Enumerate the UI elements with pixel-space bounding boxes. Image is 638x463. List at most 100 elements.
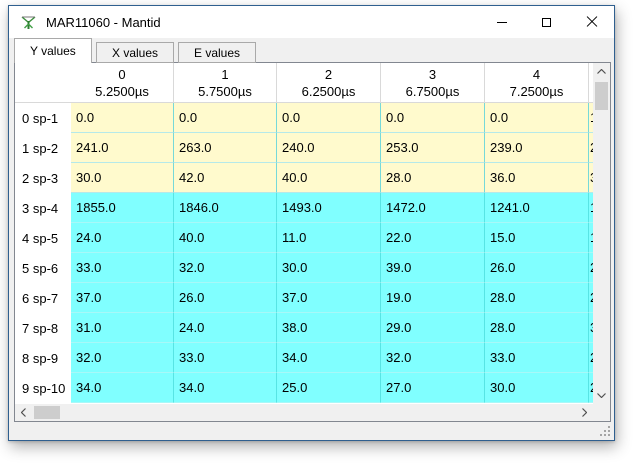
row-header[interactable]: 1 sp-2 <box>15 133 71 163</box>
table-cell[interactable]: 22.0 <box>381 223 485 253</box>
chevron-right-icon <box>582 408 587 417</box>
table-cell[interactable]: 241.0 <box>71 133 174 163</box>
table-cell[interactable]: 30.0 <box>277 253 381 283</box>
table-cell[interactable]: 31.0 <box>71 313 174 343</box>
table-cell[interactable]: 40.0 <box>174 223 277 253</box>
table-cell[interactable]: 40.0 <box>277 163 381 193</box>
table-cell[interactable]: 30.0 <box>485 373 589 403</box>
table-cell[interactable]: 33.0 <box>174 343 277 373</box>
table-cell[interactable]: 24.0 <box>71 223 174 253</box>
row-header[interactable]: 0 sp-1 <box>15 103 71 133</box>
table-cell[interactable]: 253.0 <box>381 133 485 163</box>
table-cell[interactable]: 240.0 <box>277 133 381 163</box>
table-row: 9 sp-1034.034.025.027.030.02 <box>15 373 593 403</box>
table-cell[interactable]: 28.0 <box>485 283 589 313</box>
close-button[interactable] <box>569 6 614 38</box>
table-cell[interactable]: 29.0 <box>381 313 485 343</box>
table-cell[interactable]: 36.0 <box>485 163 589 193</box>
minimize-icon <box>497 22 507 23</box>
horizontal-scrollbar[interactable] <box>15 404 593 421</box>
table-cell[interactable]: 0.0 <box>174 103 277 133</box>
table-cell[interactable]: 1472.0 <box>381 193 485 223</box>
table-cell[interactable]: 11.0 <box>277 223 381 253</box>
column-bin-center: 5.7500µs <box>198 83 252 100</box>
table-cell[interactable]: 239.0 <box>485 133 589 163</box>
column-index: 2 <box>325 66 332 83</box>
table-cell[interactable]: 25.0 <box>277 373 381 403</box>
row-header[interactable]: 3 sp-4 <box>15 193 71 223</box>
close-icon <box>586 16 598 28</box>
data-table-pane: 05.2500µs15.7500µs26.2500µs36.7500µs47.2… <box>14 62 611 422</box>
row-header[interactable]: 4 sp-5 <box>15 223 71 253</box>
row-header[interactable]: 9 sp-10 <box>15 373 71 403</box>
table-cell[interactable]: 1493.0 <box>277 193 381 223</box>
scroll-right-button[interactable] <box>576 404 593 421</box>
scroll-left-button[interactable] <box>15 404 32 421</box>
column-header[interactable]: 05.2500µs <box>71 63 174 103</box>
horizontal-scroll-thumb[interactable] <box>34 406 60 419</box>
table-cell[interactable]: 15.0 <box>485 223 589 253</box>
vertical-scroll-thumb[interactable] <box>595 82 608 110</box>
column-header[interactable]: 36.7500µs <box>381 63 485 103</box>
table-cell[interactable]: 1855.0 <box>71 193 174 223</box>
table-cell[interactable]: 34.0 <box>174 373 277 403</box>
table-cell[interactable]: 33.0 <box>71 253 174 283</box>
maximize-button[interactable] <box>524 6 569 38</box>
table-cell[interactable]: 34.0 <box>277 343 381 373</box>
tab-x-values[interactable]: X values <box>96 42 174 63</box>
column-index: 1 <box>221 66 228 83</box>
mantid-logo-icon <box>20 14 37 31</box>
row-header[interactable]: 7 sp-8 <box>15 313 71 343</box>
table-cell[interactable]: 28.0 <box>381 163 485 193</box>
table-cell[interactable]: 42.0 <box>174 163 277 193</box>
column-index: 0 <box>118 66 125 83</box>
table-cell[interactable]: 38.0 <box>277 313 381 343</box>
column-bin-center: 6.2500µs <box>302 83 356 100</box>
table-cell[interactable]: 0.0 <box>381 103 485 133</box>
table-cell[interactable]: 37.0 <box>277 283 381 313</box>
table-row: 2 sp-330.042.040.028.036.03 <box>15 163 593 193</box>
scroll-up-button[interactable] <box>593 63 610 80</box>
table-cell[interactable]: 34.0 <box>71 373 174 403</box>
column-index: 4 <box>533 66 540 83</box>
table-cell[interactable]: 32.0 <box>71 343 174 373</box>
table-row: 3 sp-41855.01846.01493.01472.01241.01 <box>15 193 593 223</box>
table-cell[interactable]: 0.0 <box>71 103 174 133</box>
table-cell[interactable]: 0.0 <box>485 103 589 133</box>
table-cell[interactable]: 39.0 <box>381 253 485 283</box>
table-cell[interactable]: 26.0 <box>485 253 589 283</box>
table-cell[interactable]: 28.0 <box>485 313 589 343</box>
table-cell[interactable]: 27.0 <box>381 373 485 403</box>
table-cell[interactable]: 1241.0 <box>485 193 589 223</box>
tab-y-values[interactable]: Y values <box>14 38 92 63</box>
window-controls <box>479 6 614 38</box>
row-header[interactable]: 8 sp-9 <box>15 343 71 373</box>
table-row: 7 sp-831.024.038.029.028.03 <box>15 313 593 343</box>
table-cell[interactable]: 33.0 <box>485 343 589 373</box>
tab-e-values[interactable]: E values <box>178 42 256 63</box>
row-header[interactable]: 6 sp-7 <box>15 283 71 313</box>
minimize-button[interactable] <box>479 6 524 38</box>
table-cell[interactable]: 0.0 <box>277 103 381 133</box>
table-cell[interactable]: 26.0 <box>174 283 277 313</box>
column-header[interactable]: 47.2500µs <box>485 63 589 103</box>
titlebar[interactable]: MAR11060 - Mantid <box>9 6 614 38</box>
column-header[interactable]: 26.2500µs <box>277 63 381 103</box>
chevron-up-icon <box>597 69 606 74</box>
table-cell[interactable]: 19.0 <box>381 283 485 313</box>
column-header[interactable]: 15.7500µs <box>174 63 277 103</box>
table-cell[interactable]: 24.0 <box>174 313 277 343</box>
row-header[interactable]: 2 sp-3 <box>15 163 71 193</box>
table-row: 4 sp-524.040.011.022.015.01 <box>15 223 593 253</box>
table-cell[interactable]: 32.0 <box>381 343 485 373</box>
table-cell[interactable]: 37.0 <box>71 283 174 313</box>
row-header[interactable]: 5 sp-6 <box>15 253 71 283</box>
table-cell[interactable]: 32.0 <box>174 253 277 283</box>
scroll-down-button[interactable] <box>593 387 610 404</box>
table-cell[interactable]: 263.0 <box>174 133 277 163</box>
resize-grip-icon[interactable] <box>599 425 611 437</box>
table-cell[interactable]: 30.0 <box>71 163 174 193</box>
table-cell[interactable]: 1846.0 <box>174 193 277 223</box>
vertical-scrollbar[interactable] <box>593 63 610 404</box>
chevron-down-icon <box>597 393 606 398</box>
